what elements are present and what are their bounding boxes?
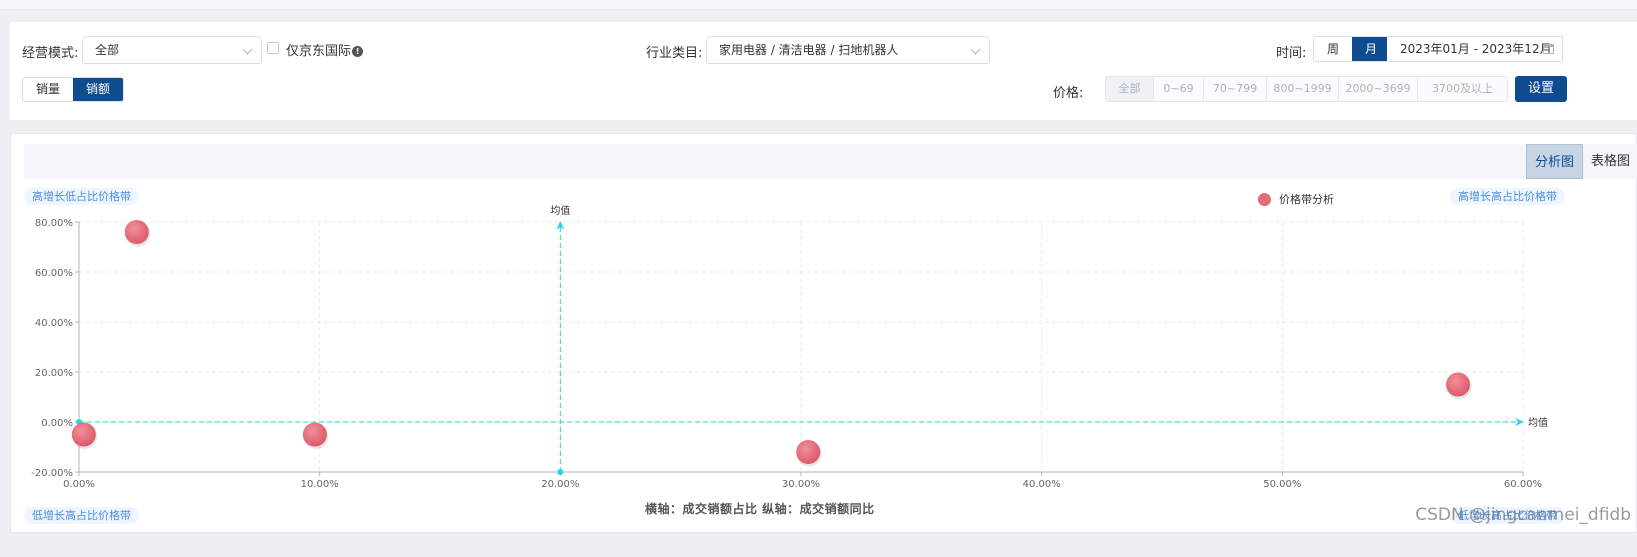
info-icon[interactable]: ! — [352, 46, 364, 57]
data-point — [796, 440, 822, 467]
data-point-shadow — [303, 424, 329, 449]
mean-line-start-dot — [557, 469, 564, 475]
business-mode-select[interactable]: 全部 — [82, 36, 262, 64]
quadrant-label-bottom-left: 低增长高占比价格带 — [24, 507, 139, 524]
calendar-icon — [1543, 44, 1554, 54]
price-range-800-1999[interactable]: 800~1999 — [1266, 77, 1338, 101]
quadrant-label-top-left: 高增长低占比价格带 — [24, 188, 139, 205]
x-tick-label: 20.00% — [541, 479, 579, 490]
x-tick-label: 40.00% — [1023, 479, 1061, 490]
scatter-chart: 0.00% 10.00% 20.00% 30.00% 40.00% 50.00% 60.00… — [31, 204, 1548, 490]
jd-intl-checkbox[interactable] — [267, 42, 279, 54]
quadrant-label-top-right: 高增长高占比价格带 — [1450, 188, 1565, 205]
business-mode-value: 全部 — [95, 43, 120, 57]
legend-marker — [1258, 192, 1271, 206]
date-range-value: 2023年01月 - 2023年12月 — [1400, 42, 1552, 56]
tab-month[interactable]: 月 — [1352, 37, 1391, 61]
jd-intl-label-text: 仅京东国际 — [286, 44, 352, 59]
tab-analysis-chart[interactable]: 分析图 — [1525, 144, 1583, 179]
data-point — [302, 422, 329, 449]
data-point-bubble — [796, 440, 821, 464]
time-granularity-toggle: 周 月 — [1313, 36, 1392, 62]
tab-week[interactable]: 周 — [1314, 37, 1352, 61]
tab-sales-volume[interactable]: 销量 — [23, 78, 73, 101]
jd-intl-label: 仅京东国际! — [286, 40, 364, 59]
price-range-3700-plus[interactable]: 3700及以上 — [1417, 77, 1507, 101]
price-range-0-69[interactable]: 0~69 — [1153, 77, 1203, 101]
data-point-shadow — [1446, 374, 1472, 399]
x-tick-label: 30.00% — [782, 479, 820, 490]
chart-legend[interactable]: 价格带分析 — [1258, 191, 1334, 207]
industry-select[interactable]: 家用电器 / 清洁电器 / 扫地机器人 — [706, 36, 990, 64]
watermark: CSDN @jingcanmei_dfidb — [1415, 505, 1631, 525]
x-tick-label: 50.00% — [1263, 479, 1301, 490]
y-tick-label: 0.00% — [41, 418, 73, 429]
mean-label-vertical: 均值 — [550, 204, 570, 217]
chart-panel: 分析图 表格图 高增长低占比价格带 高增长高占比价格带 低增长高占比价格带 低增… — [10, 133, 1637, 533]
industry-label: 行业类目: — [646, 46, 703, 61]
axes — [75, 221, 1524, 476]
data-point — [124, 220, 151, 247]
axis-title: 横轴：成交销额占比 纵轴：成交销额同比 — [645, 502, 875, 516]
y-tick-label: -20.00% — [31, 468, 73, 479]
legend-label: 价格带分析 — [1279, 193, 1334, 206]
chevron-down-icon — [970, 44, 981, 55]
data-point-bubble — [124, 220, 149, 244]
date-range-picker[interactable]: 2023年01月 - 2023年12月 — [1387, 36, 1563, 62]
industry-value: 家用电器 / 清洁电器 / 扫地机器人 — [719, 43, 899, 57]
y-tick-label: 80.00% — [35, 218, 73, 229]
data-point-bubble — [302, 422, 327, 447]
data-points — [71, 220, 1472, 467]
business-mode-label: 经营模式: — [22, 46, 79, 61]
data-point-shadow — [72, 424, 98, 449]
y-tick-label: 40.00% — [35, 318, 73, 329]
tab-sales-amount[interactable]: 销额 — [73, 78, 124, 101]
price-range-group: 全部 0~69 70~799 800~1999 2000~3699 3700及以… — [1105, 76, 1508, 102]
top-divider — [0, 0, 1637, 10]
tab-table-chart[interactable]: 表格图 — [1583, 144, 1637, 179]
mean-label-horizontal: 均值 — [1528, 416, 1548, 429]
data-point-shadow — [125, 221, 151, 247]
price-range-70-799[interactable]: 70~799 — [1203, 77, 1266, 101]
view-toggle: 分析图 表格图 — [1525, 144, 1637, 179]
settings-button[interactable]: 设置 — [1515, 76, 1567, 102]
grid-lines — [79, 221, 1524, 473]
tick-labels: 0.00% 10.00% 20.00% 30.00% 40.00% 50.00% 60.00… — [31, 218, 1542, 490]
chevron-down-icon — [242, 44, 253, 55]
data-point — [71, 422, 98, 449]
price-range-2000-3699[interactable]: 2000~3699 — [1338, 77, 1417, 101]
data-point-bubble — [1446, 372, 1471, 397]
time-label: 时间: — [1276, 46, 1307, 61]
y-tick-label: 60.00% — [35, 268, 73, 279]
filter-panel: 经营模式: 全部 仅京东国际! 行业类目: 家用电器 / 清洁电器 / 扫地机器… — [10, 22, 1637, 120]
mean-lines: 均值均值 — [76, 204, 1548, 475]
metric-toggle: 销量 销额 — [22, 77, 125, 102]
chart-header: 分析图 表格图 — [24, 144, 1637, 179]
price-range-all[interactable]: 全部 — [1106, 77, 1153, 101]
data-point-shadow — [796, 441, 822, 467]
mean-line-start-dot — [76, 419, 82, 425]
data-point — [1446, 372, 1472, 399]
price-label: 价格: — [1053, 86, 1084, 101]
x-tick-label: 10.00% — [301, 479, 339, 490]
data-point-bubble — [71, 422, 96, 447]
y-tick-label: 20.00% — [35, 368, 73, 379]
x-tick-label: 0.00% — [63, 479, 95, 490]
x-tick-label: 60.00% — [1504, 479, 1542, 490]
